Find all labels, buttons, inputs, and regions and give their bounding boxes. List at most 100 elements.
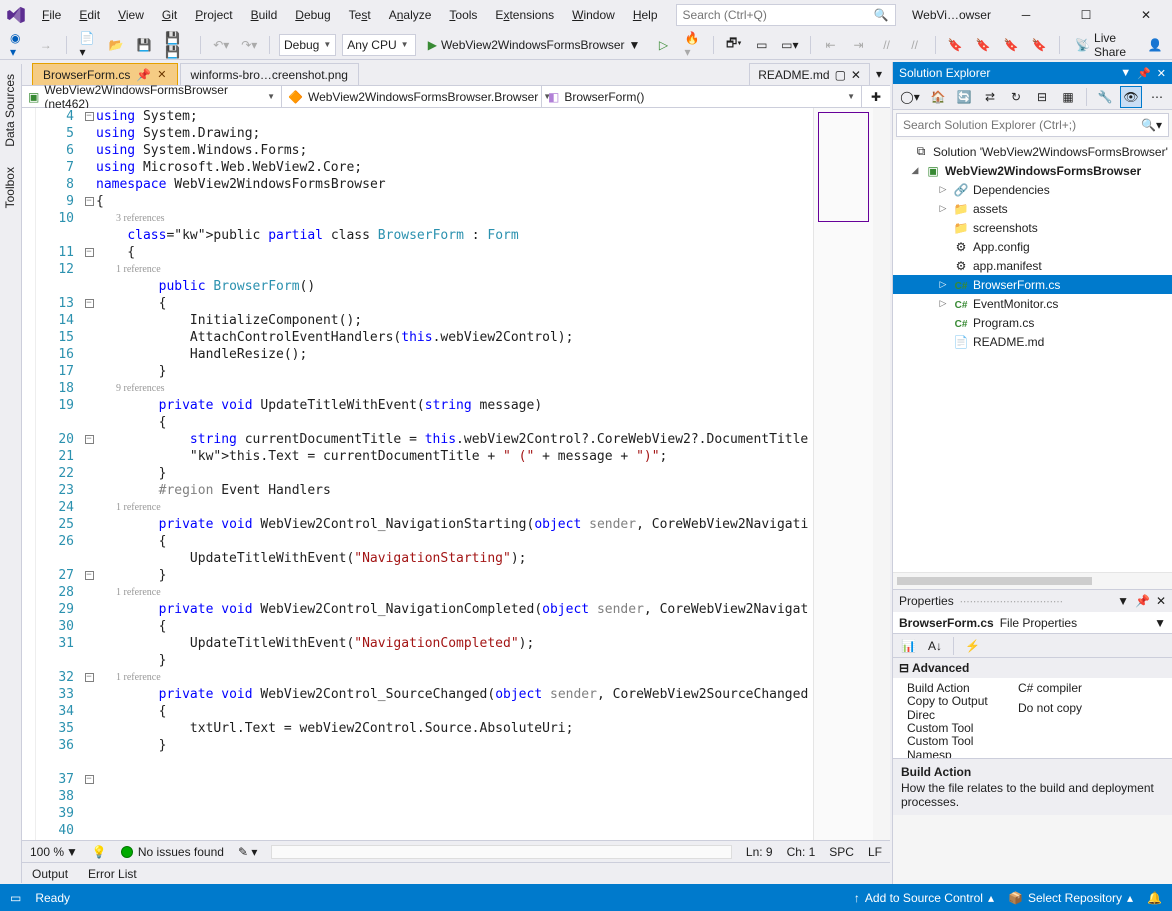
- menu-test[interactable]: Test: [341, 4, 379, 26]
- tab-error-list[interactable]: Error List: [78, 864, 147, 884]
- nav-scope-combo[interactable]: ▣WebView2WindowsFormsBrowser (net462)▼: [22, 86, 282, 107]
- tree-item[interactable]: 📄README.md: [893, 332, 1172, 351]
- title-search[interactable]: 🔍: [676, 4, 896, 26]
- live-share-button[interactable]: 📡 Live Share: [1069, 34, 1138, 56]
- sxp-home-button[interactable]: 🏠: [927, 86, 949, 108]
- indent-button[interactable]: ⇤: [820, 34, 842, 56]
- solution-tree-hscrollbar[interactable]: [893, 572, 1172, 589]
- editor-hscrollbar[interactable]: [271, 845, 732, 859]
- close-icon[interactable]: ✕: [1156, 594, 1166, 608]
- keep-open-icon[interactable]: ▢: [835, 68, 846, 82]
- sxp-sync-button[interactable]: 🔄: [953, 86, 975, 108]
- code-editor[interactable]: 45678910 1112 13141516171819 20212223242…: [22, 108, 890, 840]
- error-health[interactable]: No issues found: [121, 845, 224, 859]
- menu-build[interactable]: Build: [243, 4, 286, 26]
- editor-vscrollbar[interactable]: [873, 108, 890, 840]
- add-to-source-control-button[interactable]: ↑ Add to Source Control ▴: [854, 891, 994, 905]
- menu-project[interactable]: Project: [187, 4, 240, 26]
- solution-explorer-title[interactable]: Solution Explorer ▼📌✕: [893, 62, 1172, 84]
- close-icon[interactable]: ✕: [157, 68, 166, 81]
- menu-help[interactable]: Help: [625, 4, 666, 26]
- property-row[interactable]: Copy to Output DirecDo not copy: [893, 698, 1172, 718]
- breakpoint-gutter[interactable]: [22, 108, 36, 840]
- platform-combo[interactable]: Any CPU▼: [342, 34, 415, 56]
- status-window-icon[interactable]: ▭: [10, 891, 21, 905]
- new-project-button[interactable]: 📄▾: [76, 34, 100, 56]
- nav-class-combo[interactable]: 🔶WebView2WindowsFormsBrowser.Browser▼: [282, 86, 542, 107]
- pin-icon[interactable]: 📌: [1137, 67, 1151, 80]
- pen-icon[interactable]: ✎ ▾: [238, 845, 257, 859]
- window-maximize-button[interactable]: ☐: [1066, 0, 1106, 30]
- toggle-button-1[interactable]: ▭: [751, 34, 773, 56]
- tab-output[interactable]: Output: [22, 864, 78, 884]
- sxp-properties-button[interactable]: 🔧: [1094, 86, 1116, 108]
- menu-analyze[interactable]: Analyze: [381, 4, 440, 26]
- property-row[interactable]: Custom Tool Namesp: [893, 738, 1172, 758]
- tree-item[interactable]: 📁screenshots: [893, 218, 1172, 237]
- forward-button[interactable]: →: [35, 34, 57, 56]
- properties-grid[interactable]: ⊟ Advanced Build ActionC# compilerCopy t…: [893, 658, 1172, 758]
- menu-extensions[interactable]: Extensions: [487, 4, 562, 26]
- bookmark-button[interactable]: 🔖: [944, 34, 966, 56]
- zoom-combo[interactable]: 100 % ▼: [30, 845, 78, 859]
- tree-item[interactable]: ▷📁assets: [893, 199, 1172, 218]
- menu-debug[interactable]: Debug: [287, 4, 338, 26]
- outdent-button[interactable]: ⇥: [848, 34, 870, 56]
- properties-subject[interactable]: BrowserForm.csFile Properties▼: [893, 612, 1172, 634]
- code-body[interactable]: using System;using System.Drawing;using …: [96, 108, 813, 840]
- close-icon[interactable]: ✕: [851, 68, 861, 82]
- save-all-button[interactable]: 💾💾: [161, 34, 191, 56]
- back-button[interactable]: ◉ ▾: [6, 34, 29, 56]
- line-endings[interactable]: LF: [868, 845, 882, 859]
- sxp-collapse-button[interactable]: ⊟: [1031, 86, 1053, 108]
- tree-item[interactable]: ⚙App.config: [893, 237, 1172, 256]
- undo-button[interactable]: ↶▾: [210, 34, 232, 56]
- toggle-button-2[interactable]: ▭▾: [779, 34, 801, 56]
- doc-tab-preview[interactable]: README.md▢✕: [749, 63, 870, 85]
- bookmark-next-button[interactable]: 🔖: [1000, 34, 1022, 56]
- sxp-back-button[interactable]: ◯▾: [897, 86, 923, 108]
- indent-mode[interactable]: SPC: [829, 845, 854, 859]
- solution-explorer-search-input[interactable]: [903, 118, 1141, 132]
- menu-tools[interactable]: Tools: [441, 4, 485, 26]
- sxp-refresh-button[interactable]: ↻: [1005, 86, 1027, 108]
- hot-reload-button[interactable]: 🔥▾: [680, 34, 704, 56]
- tree-solution-node[interactable]: ⧉Solution 'WebView2WindowsFormsBrowser': [893, 142, 1172, 161]
- notifications-icon[interactable]: 🔔: [1147, 891, 1162, 905]
- split-editor-button[interactable]: ✚: [862, 86, 890, 107]
- feedback-button[interactable]: 👤: [1144, 34, 1166, 56]
- start-nodebug-button[interactable]: ▷: [652, 34, 674, 56]
- menu-view[interactable]: View: [110, 4, 152, 26]
- menu-edit[interactable]: Edit: [71, 4, 108, 26]
- solution-explorer-search[interactable]: 🔍▾: [896, 113, 1169, 137]
- solution-tree[interactable]: ⧉Solution 'WebView2WindowsFormsBrowser'◢…: [893, 140, 1172, 572]
- properties-category[interactable]: ⊟ Advanced: [893, 658, 1172, 678]
- tab-overflow-button[interactable]: ▾: [876, 67, 882, 81]
- start-debug-button[interactable]: ▶WebView2WindowsFormsBrowser▼: [422, 34, 647, 56]
- lightbulb-icon[interactable]: 💡: [92, 845, 107, 859]
- outline-gutter[interactable]: − − − − − − − −: [82, 108, 96, 840]
- config-combo[interactable]: Debug▼: [279, 34, 336, 56]
- pin-icon[interactable]: 📌: [136, 68, 151, 82]
- window-minimize-button[interactable]: ─: [1006, 0, 1046, 30]
- sxp-switch-button[interactable]: ⇄: [979, 86, 1001, 108]
- rail-data-sources[interactable]: Data Sources: [0, 64, 20, 157]
- tree-item[interactable]: ▷C#EventMonitor.cs: [893, 294, 1172, 313]
- sxp-preview-button[interactable]: 👁: [1120, 86, 1142, 108]
- minimap[interactable]: [813, 108, 873, 840]
- open-file-button[interactable]: 📂: [105, 34, 127, 56]
- select-repository-button[interactable]: 📦 Select Repository ▴: [1008, 891, 1133, 905]
- tree-item[interactable]: ▷C#BrowserForm.cs: [893, 275, 1172, 294]
- save-button[interactable]: 💾: [133, 34, 155, 56]
- props-alpha-button[interactable]: A↓: [924, 635, 946, 657]
- uncomment-button[interactable]: //: [904, 34, 926, 56]
- sxp-more-button[interactable]: ⋯: [1146, 86, 1168, 108]
- redo-button[interactable]: ↷▾: [238, 34, 260, 56]
- props-categorized-button[interactable]: 📊: [897, 635, 920, 657]
- window-close-button[interactable]: ✕: [1126, 0, 1166, 30]
- browse-button[interactable]: 🗗▾: [723, 34, 745, 56]
- menu-window[interactable]: Window: [564, 4, 623, 26]
- bookmark-prev-button[interactable]: 🔖: [972, 34, 994, 56]
- menu-file[interactable]: FFileile: [34, 4, 69, 26]
- close-icon[interactable]: ✕: [1157, 67, 1166, 80]
